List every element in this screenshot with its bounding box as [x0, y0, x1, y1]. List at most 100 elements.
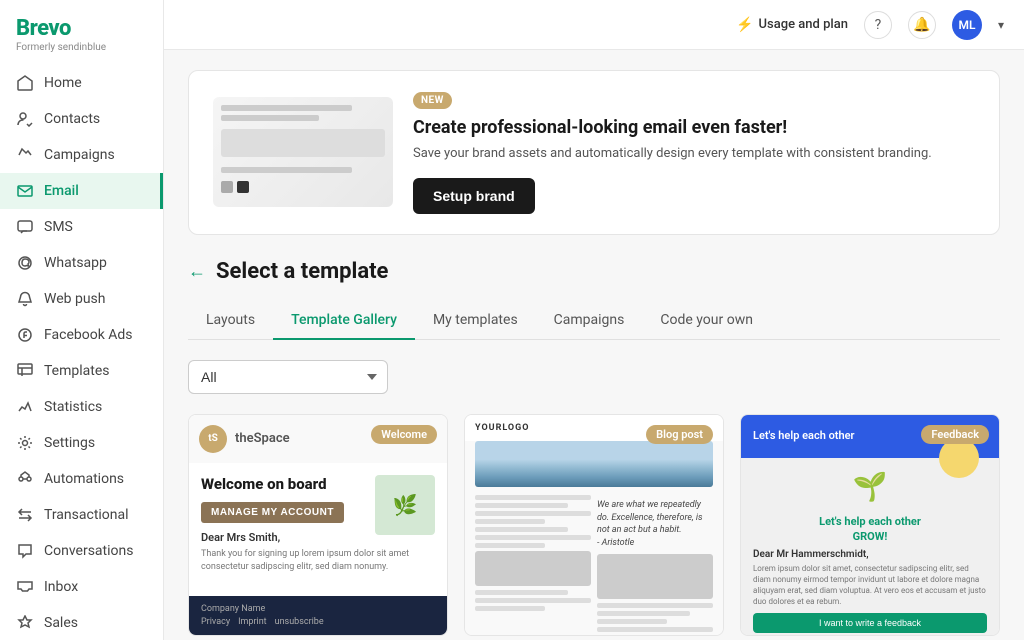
- back-button[interactable]: ←: [188, 261, 206, 282]
- template-tabs: Layouts Template Gallery My templates Ca…: [188, 302, 1000, 340]
- main-content: NEW Create professional-looking email ev…: [164, 50, 1024, 640]
- contacts-icon: [16, 110, 34, 128]
- sidebar-item-sales-label: Sales: [44, 615, 78, 631]
- sidebar-item-contacts-label: Contacts: [44, 111, 100, 127]
- tab-layouts[interactable]: Layouts: [188, 302, 273, 340]
- welcome-logo-text: theSpace: [235, 431, 290, 446]
- blog-content: We are what we repeatedly do. Excellence…: [465, 495, 723, 634]
- sms-icon: [16, 218, 34, 236]
- sidebar-item-automations-label: Automations: [44, 471, 124, 487]
- automations-icon: [16, 470, 34, 488]
- sidebar-item-sms-label: SMS: [44, 219, 73, 235]
- blog-col-right: We are what we repeatedly do. Excellence…: [597, 495, 713, 634]
- tab-template-gallery[interactable]: Template Gallery: [273, 302, 415, 340]
- promo-preview: [213, 97, 393, 207]
- feedback-circle: [939, 438, 979, 478]
- sidebar-item-automations[interactable]: Automations: [0, 461, 163, 497]
- footer-privacy: Privacy: [201, 617, 230, 627]
- promo-description: Save your brand assets and automatically…: [413, 144, 932, 164]
- sidebar-item-transactional-label: Transactional: [44, 507, 129, 523]
- welcome-logo: tS: [199, 425, 227, 453]
- sidebar-item-facebook-ads[interactable]: Facebook Ads: [0, 317, 163, 353]
- brand-name: Brevo: [16, 16, 147, 41]
- avatar[interactable]: ML: [952, 10, 982, 40]
- blog-small-image: [475, 551, 591, 586]
- sidebar-item-campaigns[interactable]: Campaigns: [0, 137, 163, 173]
- sidebar-item-web-push[interactable]: Web push: [0, 281, 163, 317]
- template-card-blog[interactable]: YOURLOGO: [464, 414, 724, 636]
- sidebar-item-email-label: Email: [44, 183, 79, 199]
- footer-links: Privacy Imprint unsubscribe: [201, 617, 435, 627]
- usage-plan-label: Usage and plan: [759, 17, 848, 32]
- sidebar-item-whatsapp[interactable]: Whatsapp: [0, 245, 163, 281]
- blog-col-left: [475, 495, 591, 634]
- feedback-action-button: I want to write a feedback: [753, 613, 987, 633]
- usage-and-plan-button[interactable]: ⚡ Usage and plan: [736, 17, 848, 33]
- notifications-button[interactable]: 🔔: [908, 11, 936, 39]
- feedback-preview: Let's help each other 🌱 Let's help each …: [741, 415, 999, 635]
- sidebar-item-conversations[interactable]: Conversations: [0, 533, 163, 569]
- page-title: Select a template: [216, 259, 388, 284]
- sidebar-item-sms[interactable]: SMS: [0, 209, 163, 245]
- sidebar-item-transactional[interactable]: Transactional: [0, 497, 163, 533]
- welcome-body-text: Thank you for signing up lorem ipsum dol…: [201, 548, 435, 573]
- whatsapp-icon: [16, 254, 34, 272]
- category-filter[interactable]: All Welcome Promotional Newsletter Trans…: [188, 360, 388, 394]
- blog-quote: We are what we repeatedly do. Excellence…: [597, 499, 713, 549]
- tab-code-your-own[interactable]: Code your own: [642, 302, 771, 340]
- campaigns-icon: [16, 146, 34, 164]
- welcome-badge: Welcome: [371, 425, 437, 444]
- web-push-icon: [16, 290, 34, 308]
- tab-campaigns[interactable]: Campaigns: [536, 302, 643, 340]
- templates-icon: [16, 362, 34, 380]
- statistics-icon: [16, 398, 34, 416]
- sidebar-item-statistics[interactable]: Statistics: [0, 389, 163, 425]
- sidebar: Brevo Formerly sendinblue Home Contacts …: [0, 0, 164, 640]
- sidebar-item-settings[interactable]: Settings: [0, 425, 163, 461]
- sidebar-item-templates[interactable]: Templates: [0, 353, 163, 389]
- sidebar-item-whatsapp-label: Whatsapp: [44, 255, 107, 271]
- promo-badge: NEW: [413, 92, 452, 109]
- transactional-icon: [16, 506, 34, 524]
- sidebar-item-inbox[interactable]: Inbox: [0, 569, 163, 605]
- bolt-icon: ⚡: [736, 17, 753, 33]
- plant-icon: 🌿: [375, 475, 435, 535]
- blog-logo: YOURLOGO: [475, 423, 529, 433]
- main-area: ⚡ Usage and plan ? 🔔 ML ▾ NEW Create pro…: [164, 0, 1024, 640]
- feedback-badge: Feedback: [921, 425, 989, 444]
- sidebar-item-facebook-ads-label: Facebook Ads: [44, 327, 133, 343]
- sidebar-item-web-push-label: Web push: [44, 291, 105, 307]
- welcome-card-body: 🌿 Welcome on board MANAGE MY ACCOUNT Dea…: [189, 463, 447, 596]
- template-card-welcome[interactable]: tS theSpace 🌿 Welcome on board MANAGE MY…: [188, 414, 448, 636]
- feedback-grow-text: GROW!: [741, 530, 999, 543]
- templates-grid: tS theSpace 🌿 Welcome on board MANAGE MY…: [188, 414, 1000, 636]
- promo-title: Create professional-looking email even f…: [413, 117, 932, 138]
- sidebar-item-home-label: Home: [44, 75, 82, 91]
- header: ⚡ Usage and plan ? 🔔 ML ▾: [164, 0, 1024, 50]
- settings-icon: [16, 434, 34, 452]
- sidebar-item-email[interactable]: Email: [0, 173, 163, 209]
- sidebar-item-home[interactable]: Home: [0, 65, 163, 101]
- inbox-icon: [16, 578, 34, 596]
- logo: Brevo Formerly sendinblue: [0, 0, 163, 65]
- feedback-title: Let's help each other: [741, 515, 999, 528]
- footer-unsubscribe: unsubscribe: [275, 617, 324, 627]
- facebook-icon: [16, 326, 34, 344]
- blog-small-image-2: [597, 554, 713, 599]
- home-icon: [16, 74, 34, 92]
- tab-my-templates[interactable]: My templates: [415, 302, 536, 340]
- promo-text: NEW Create professional-looking email ev…: [413, 91, 932, 214]
- blog-preview: YOURLOGO: [465, 415, 723, 635]
- welcome-preview: tS theSpace 🌿 Welcome on board MANAGE MY…: [189, 415, 447, 635]
- sidebar-item-contacts[interactable]: Contacts: [0, 101, 163, 137]
- help-button[interactable]: ?: [864, 11, 892, 39]
- setup-brand-button[interactable]: Setup brand: [413, 178, 535, 214]
- blog-hero-image: [475, 441, 713, 488]
- conversations-icon: [16, 542, 34, 560]
- chevron-down-icon[interactable]: ▾: [998, 18, 1004, 32]
- feedback-body: Dear Mr Hammerschmidt, Lorem ipsum dolor…: [741, 549, 999, 634]
- brand-sub: Formerly sendinblue: [16, 42, 147, 53]
- select-template-header: ← Select a template: [188, 259, 1000, 284]
- template-card-feedback[interactable]: Let's help each other 🌱 Let's help each …: [740, 414, 1000, 636]
- sidebar-item-sales[interactable]: Sales: [0, 605, 163, 640]
